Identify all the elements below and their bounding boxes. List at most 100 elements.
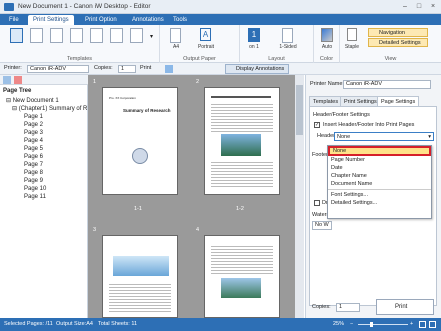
delete-page-icon[interactable] (14, 76, 22, 84)
tree-page[interactable]: Page 8 (24, 170, 43, 178)
preview-icon[interactable] (165, 65, 173, 73)
tree-page[interactable]: Page 11 (24, 194, 46, 202)
tree-page[interactable]: Page 2 (24, 122, 43, 130)
ribbon: ▾ Templates A4 A Portrait Output Paper 1… (0, 25, 441, 63)
template-thumb-1[interactable] (10, 28, 23, 43)
tree-page[interactable]: Page 10 (24, 186, 46, 194)
tab-tools[interactable]: Tools (168, 15, 192, 25)
view-label: View (384, 56, 397, 62)
option-date[interactable]: Date (328, 164, 431, 172)
page-tree-toolbar (0, 75, 88, 85)
insert-header-footer-label: Insert Header/Footer Into Print Pages (323, 122, 415, 128)
template-thumb-4[interactable] (70, 28, 83, 43)
tab-page-settings[interactable]: Page Settings (377, 96, 420, 106)
staple-label[interactable]: Staple (340, 44, 364, 50)
staple-icon[interactable] (347, 28, 357, 41)
navigation-button[interactable]: Navigation (368, 28, 428, 37)
template-thumb-2[interactable] (30, 28, 43, 43)
header-select-value: None (337, 134, 351, 140)
tree-page[interactable]: Page 5 (24, 146, 43, 154)
tree-page[interactable]: Page 1 (24, 114, 43, 122)
page2-text-2 (211, 160, 273, 188)
option-detailed-settings[interactable]: Detailed Settings... (328, 199, 431, 207)
watermark-select[interactable]: No W (312, 221, 332, 230)
templates-label: Templates (66, 56, 93, 62)
fit-width-icon[interactable] (429, 321, 436, 328)
preview-page-2[interactable] (204, 87, 280, 195)
gallery-more-icon[interactable]: ▾ (150, 33, 153, 40)
printer-name-label: Printer Name: (310, 81, 344, 87)
template-thumb-5[interactable] (90, 28, 103, 43)
pages-per-sheet-label[interactable]: on 1 (243, 44, 265, 50)
scrollbar-thumb[interactable] (296, 85, 303, 135)
draw-checkbox[interactable] (314, 200, 320, 206)
tab-print-option[interactable]: Print Option (80, 15, 122, 25)
paper-size-label[interactable]: A4 (166, 44, 186, 50)
status-output-size: Output Size:A4 (56, 321, 93, 327)
close-icon[interactable]: × (426, 2, 440, 12)
maximize-icon[interactable]: □ (412, 2, 426, 12)
add-page-icon[interactable] (3, 76, 11, 84)
option-document-name[interactable]: Document Name (328, 180, 431, 188)
printer-select[interactable]: Canon iR-ADV (27, 65, 89, 73)
preview-area[interactable]: 1 2 Pro. XX Corporation Summary of Resea… (88, 75, 304, 318)
option-page-number[interactable]: Page Number (328, 156, 431, 164)
preview-scrollbar[interactable] (295, 75, 304, 318)
zoom-out-icon[interactable]: − (350, 321, 353, 327)
page-number-label: 4 (196, 227, 200, 233)
sided-label[interactable]: 1-Sided (276, 44, 300, 50)
tree-page[interactable]: Page 3 (24, 130, 43, 138)
title-bar: New Document 1 - Canon iW Desktop - Edit… (0, 0, 441, 14)
tab-annotations[interactable]: Annotations (127, 15, 169, 25)
printer-name-select[interactable]: Canon iR-ADV (343, 80, 431, 89)
sided-icon[interactable] (282, 28, 293, 43)
tree-page[interactable]: Page 4 (24, 138, 43, 146)
layout-group: 1 on 1 1-Sided Layout (240, 25, 314, 63)
tab-templates[interactable]: Templates (309, 96, 343, 106)
page-number-label: 1 (93, 79, 97, 85)
display-annotations-button[interactable]: Display Annotations (225, 64, 289, 74)
preview-page-3[interactable] (102, 235, 178, 318)
zoom-in-icon[interactable]: + (410, 321, 413, 327)
insert-header-footer-checkbox[interactable]: ✓ (314, 122, 320, 128)
template-thumb-6[interactable] (110, 28, 123, 43)
color-mode-label[interactable]: Auto (315, 44, 339, 50)
pages-per-sheet-icon[interactable]: 1 (248, 28, 260, 42)
copies-input[interactable]: 1 (118, 65, 136, 73)
paper-size-icon[interactable] (170, 28, 181, 43)
tab-print-settings[interactable]: Print Settings (28, 15, 74, 25)
tab-file[interactable]: File (4, 15, 24, 25)
zoom-slider[interactable] (358, 324, 408, 325)
copies-panel-input[interactable]: 1 (336, 303, 360, 312)
template-thumb-7[interactable] (130, 28, 143, 43)
page2-photo (221, 134, 261, 156)
print-button[interactable]: Print (376, 299, 434, 315)
status-bar: Selected Pages: /11 Output Size:A4 Total… (0, 318, 441, 331)
option-font-settings[interactable]: Font Settings... (328, 191, 431, 199)
tree-chapter-label: (Chapter1) Summary of R (18, 106, 88, 112)
tree-chapter[interactable]: ⊟ (Chapter1) Summary of R (12, 106, 87, 114)
minimize-icon[interactable]: – (398, 2, 412, 12)
color-mode-icon[interactable] (321, 28, 333, 42)
detailed-settings-button[interactable]: Detailed Settings (368, 38, 428, 47)
preview-page-1[interactable]: Pro. XX Corporation Summary of Research (102, 87, 178, 195)
tab-print-settings-panel[interactable]: Print Settings (340, 96, 381, 106)
orientation-icon[interactable]: A (200, 28, 211, 41)
print-toolbar-button[interactable]: Print (140, 65, 151, 71)
template-thumb-3[interactable] (50, 28, 63, 43)
option-none[interactable]: None (328, 146, 431, 156)
zoom-slider-thumb[interactable] (370, 322, 373, 327)
orientation-label[interactable]: Portrait (193, 44, 219, 50)
tree-root[interactable]: ⊟ New Document 1 (6, 98, 59, 106)
dropdown-divider (328, 189, 431, 190)
preview-page-4[interactable] (204, 235, 280, 318)
zoom-level: 25% (333, 321, 345, 327)
header-select[interactable]: None ▾ (334, 132, 434, 141)
fit-page-icon[interactable] (419, 321, 426, 328)
tree-page[interactable]: Page 7 (24, 162, 43, 170)
print-toolbar: Printer: Canon iR-ADV Copies: 1 Print Di… (0, 63, 441, 75)
tree-page[interactable]: Page 6 (24, 154, 43, 162)
layout-label: Layout (268, 56, 285, 62)
tree-page[interactable]: Page 9 (24, 178, 43, 186)
option-chapter-name[interactable]: Chapter Name (328, 172, 431, 180)
